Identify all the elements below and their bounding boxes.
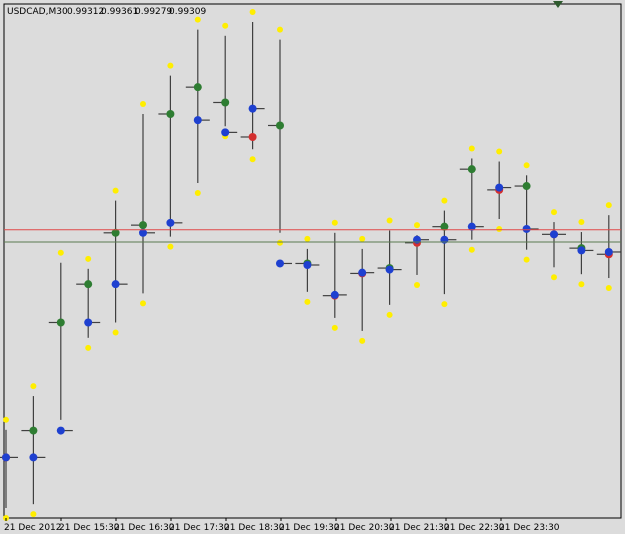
candle-close-marker [221, 128, 230, 137]
candle-low-marker [414, 281, 420, 288]
candle-high-marker [386, 217, 393, 224]
candlestick-chart[interactable]: USDCAD,M30 0.99312 0.99361 0.99279 0.993… [0, 0, 625, 534]
candle-open-marker [248, 132, 257, 141]
candle-close-marker [2, 453, 10, 462]
candle-high-marker [3, 416, 9, 423]
candle-high-marker [112, 187, 119, 194]
candle-low-marker [331, 324, 338, 331]
candle-close-marker [193, 116, 202, 125]
candle-high-marker [194, 16, 201, 23]
candle-high-marker [167, 62, 174, 69]
candle-high-marker [57, 249, 64, 256]
candle-open-marker [522, 182, 531, 191]
candle-open-marker [467, 165, 476, 174]
candle-low-marker [140, 300, 146, 307]
candle-low-marker [277, 239, 283, 246]
candle-low-marker [249, 156, 256, 163]
candle-high-marker [331, 219, 338, 226]
x-tick-label: 21 Dec 23:30 [499, 523, 560, 533]
candle-high-marker [85, 255, 92, 262]
candle-low-marker [468, 246, 475, 253]
candle-close-marker [577, 246, 586, 255]
candle-open-marker [84, 280, 93, 289]
candle-open-marker [276, 121, 284, 130]
candle-low-marker [304, 298, 311, 305]
candle-high-marker [578, 219, 585, 226]
candle-high-marker [468, 145, 475, 152]
candle-low-marker [30, 511, 37, 518]
chart-title-high: 0.99361 [101, 7, 138, 17]
candle-high-marker [30, 383, 37, 390]
candle-close-marker [330, 290, 339, 299]
chart-title-low: 0.99279 [135, 7, 172, 17]
x-tick-label: 21 Dec 20:30 [334, 523, 395, 533]
candle-low-marker [523, 256, 530, 263]
candle-close-marker [303, 261, 312, 269]
chart-title-symbol: USDCAD,M30 [7, 7, 68, 17]
candle-close-marker [166, 218, 175, 227]
candle-close-marker [84, 318, 93, 327]
candle-low-marker [441, 301, 448, 308]
candle-close-marker [56, 426, 65, 435]
candle-close-marker [29, 453, 38, 462]
candle-high-marker [222, 22, 229, 29]
candle-high-marker [496, 148, 503, 155]
x-tick-label: 21 Dec 19:30 [279, 523, 340, 533]
candle-open-marker [193, 83, 202, 92]
candle-low-marker [496, 226, 503, 233]
candle-high-marker [249, 9, 256, 15]
candle-close-marker [248, 104, 257, 113]
candle-close-marker [413, 235, 421, 244]
candle-high-marker [523, 162, 530, 169]
x-tick-label: 21 Dec 22:30 [444, 523, 505, 533]
candle-high-marker [140, 100, 146, 107]
x-tick-label: 21 Dec 21:30 [389, 523, 450, 533]
candle-close-marker [550, 230, 558, 239]
candle-open-marker [56, 318, 65, 327]
candle-low-marker [578, 281, 585, 288]
candle-low-marker [359, 337, 366, 344]
candle-high-marker [605, 202, 612, 209]
candle-open-marker [221, 98, 230, 107]
candle-close-marker [385, 265, 394, 274]
candle-close-marker [440, 235, 449, 244]
candle-open-marker [139, 221, 147, 230]
candle-low-marker [386, 311, 393, 318]
candle-low-marker [85, 344, 92, 351]
candle-high-marker [551, 209, 557, 216]
candle-close-marker [495, 183, 504, 192]
candle-high-marker [277, 26, 283, 33]
candle-high-marker [441, 197, 448, 204]
candle-low-marker [167, 243, 174, 250]
candle-high-marker [304, 235, 311, 242]
x-axis: 21 Dec 201221 Dec 15:3021 Dec 16:3021 De… [4, 518, 560, 533]
candle-close-marker [522, 224, 531, 233]
candle-close-marker [358, 268, 367, 277]
x-tick-label: 21 Dec 18:30 [224, 523, 285, 533]
x-tick-label: 21 Dec 17:30 [169, 523, 230, 533]
chart-title-open: 0.99312 [67, 7, 104, 17]
candle-close-marker [604, 247, 613, 256]
candle-low-marker [551, 274, 557, 281]
candle-low-marker [194, 189, 201, 196]
candle-high-marker [414, 222, 420, 229]
candle-low-marker [112, 329, 119, 336]
candle-high-marker [359, 235, 366, 242]
x-tick-label: 21 Dec 16:30 [114, 523, 175, 533]
x-tick-label: 21 Dec 2012 [4, 523, 62, 533]
candle-close-marker [276, 259, 284, 268]
x-tick-label: 21 Dec 15:30 [59, 523, 120, 533]
candle-open-marker [29, 426, 38, 435]
candle-low-marker [605, 285, 612, 292]
candle-open-marker [166, 109, 175, 118]
chart-title-close: 0.99309 [169, 7, 206, 17]
candle-close-marker [111, 280, 120, 289]
chart-window[interactable]: USDCAD,M30 0.99312 0.99361 0.99279 0.993… [0, 0, 625, 534]
